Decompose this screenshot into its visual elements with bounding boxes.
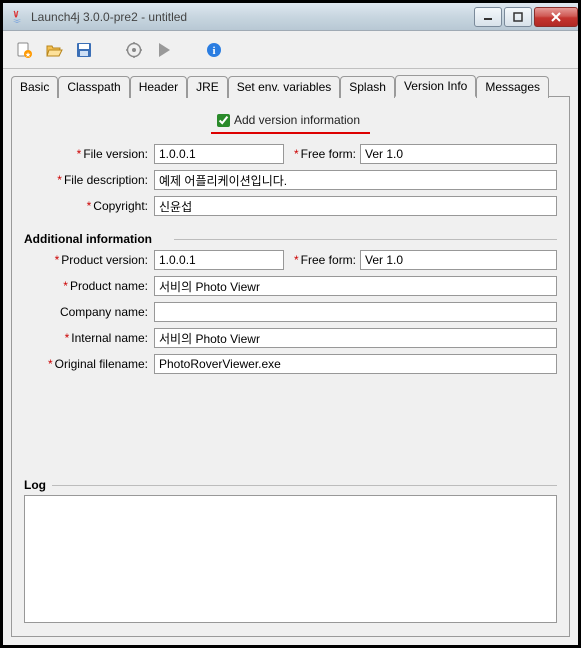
- window-title: Launch4j 3.0.0-pre2 - untitled: [31, 10, 472, 24]
- product-version-input[interactable]: [154, 250, 284, 270]
- file-version-input[interactable]: [154, 144, 284, 164]
- add-version-label: Add version information: [234, 113, 360, 128]
- titlebar[interactable]: Launch4j 3.0.0-pre2 - untitled: [3, 3, 578, 31]
- file-desc-label: *File description:: [24, 173, 154, 187]
- app-window: Launch4j 3.0.0-pre2 - untitled ★: [0, 0, 581, 648]
- internal-input[interactable]: [154, 328, 557, 348]
- log-title: Log: [24, 478, 557, 492]
- run-button[interactable]: [151, 37, 177, 63]
- tab-version[interactable]: Version Info: [395, 75, 476, 97]
- free-form-label-2: *Free form:: [284, 253, 360, 267]
- tabs: Basic Classpath Header JRE Set env. vari…: [11, 75, 570, 97]
- tab-splash[interactable]: Splash: [340, 76, 395, 98]
- svg-text:i: i: [212, 45, 215, 57]
- orig-file-label: *Original filename:: [24, 357, 154, 371]
- additional-section-title: Additional information: [24, 232, 557, 246]
- file-desc-input[interactable]: [154, 170, 557, 190]
- company-label: Company name:: [24, 305, 154, 319]
- free-form-input-2[interactable]: [360, 250, 557, 270]
- svg-text:★: ★: [25, 51, 31, 59]
- content-area: Basic Classpath Header JRE Set env. vari…: [3, 69, 578, 645]
- product-name-label: *Product name:: [24, 279, 154, 293]
- build-button[interactable]: [121, 37, 147, 63]
- maximize-button[interactable]: [504, 7, 532, 27]
- new-file-button[interactable]: ★: [11, 37, 37, 63]
- copyright-input[interactable]: [154, 196, 557, 216]
- toolbar: ★: [3, 31, 578, 69]
- tab-classpath[interactable]: Classpath: [58, 76, 129, 98]
- minimize-button[interactable]: [474, 7, 502, 27]
- save-button[interactable]: [71, 37, 97, 63]
- orig-file-input[interactable]: [154, 354, 557, 374]
- tab-messages[interactable]: Messages: [476, 76, 549, 98]
- version-panel: Add version information *File version: *…: [11, 96, 570, 637]
- java-icon: [9, 9, 25, 25]
- close-button[interactable]: [534, 7, 578, 27]
- tab-basic[interactable]: Basic: [11, 76, 58, 98]
- file-version-label: *File version:: [24, 147, 154, 161]
- free-form-label-1: *Free form:: [284, 147, 360, 161]
- log-textarea[interactable]: [24, 495, 557, 623]
- free-form-input-1[interactable]: [360, 144, 557, 164]
- product-version-label: *Product version:: [24, 253, 154, 267]
- copyright-label: *Copyright:: [24, 199, 154, 213]
- tab-jre[interactable]: JRE: [187, 76, 228, 98]
- company-input[interactable]: [154, 302, 557, 322]
- internal-label: *Internal name:: [24, 331, 154, 345]
- open-file-button[interactable]: [41, 37, 67, 63]
- tab-header[interactable]: Header: [130, 76, 187, 98]
- product-name-input[interactable]: [154, 276, 557, 296]
- tab-setenv[interactable]: Set env. variables: [228, 76, 341, 98]
- add-version-highlight: Add version information: [211, 111, 370, 134]
- add-version-checkbox[interactable]: [217, 114, 230, 127]
- log-section: Log: [24, 472, 557, 626]
- info-button[interactable]: i: [201, 37, 227, 63]
